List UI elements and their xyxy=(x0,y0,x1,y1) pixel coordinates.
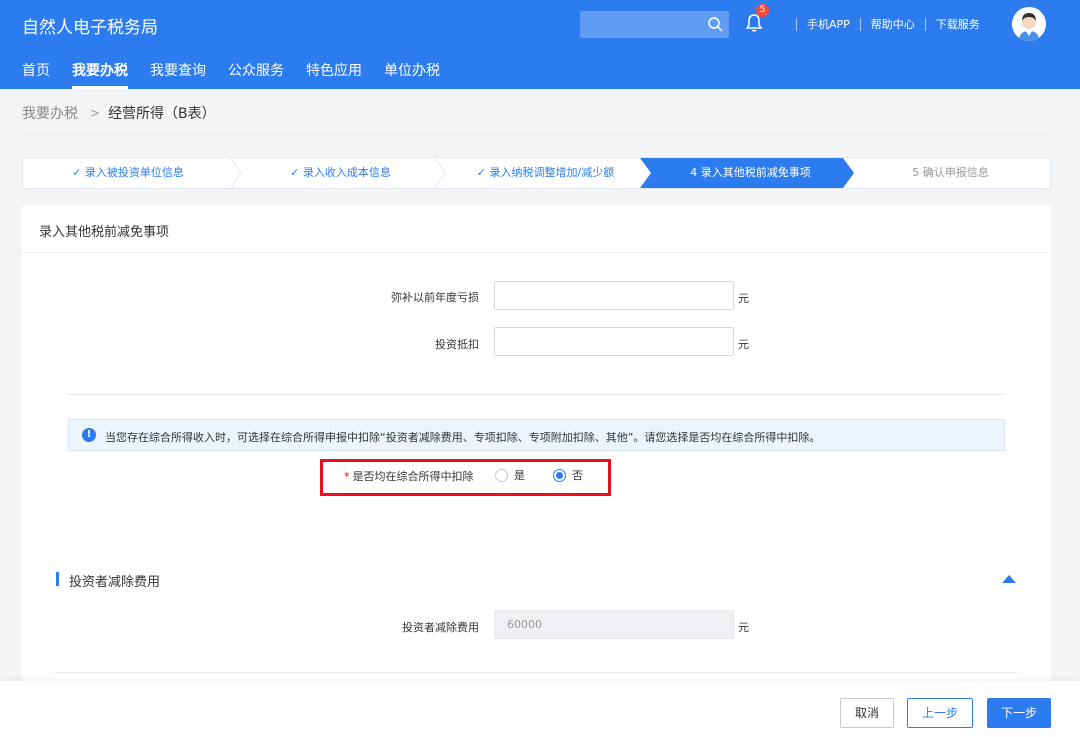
divider xyxy=(55,672,1017,673)
investor-deduction-input: 60000 xyxy=(494,610,734,639)
divider xyxy=(859,17,861,31)
footer-bar: 取消 上一步 下一步 xyxy=(0,681,1080,737)
divider xyxy=(924,17,926,31)
user-avatar-icon xyxy=(1012,7,1046,41)
nav-item-home[interactable]: 首页 xyxy=(22,60,50,89)
required-mark: * xyxy=(344,470,350,483)
help-center-link[interactable]: 帮助中心 xyxy=(871,16,915,32)
notification-badge: 5 xyxy=(756,4,769,17)
breadcrumb: 我要办税 > 经营所得（B表） xyxy=(22,103,216,123)
breadcrumb-separator: > xyxy=(90,106,101,120)
question-text: 是否均在综合所得中扣除 xyxy=(352,470,474,483)
cancel-button[interactable]: 取消 xyxy=(840,698,894,728)
header-links: 手机APP 帮助中心 下载服务 xyxy=(786,16,980,32)
previous-step-button[interactable]: 上一步 xyxy=(907,698,973,728)
divider xyxy=(796,17,797,31)
radio-yes-label[interactable]: 是 xyxy=(514,467,525,483)
divider xyxy=(68,394,1005,395)
panel-title: 录入其他税前减免事项 xyxy=(39,225,170,240)
info-notice: ! 当您存在综合所得收入时，可选择在综合所得申报中扣除“投资者减除费用、专项扣除… xyxy=(68,419,1005,451)
info-icon: ! xyxy=(82,428,96,442)
investor-deduction-unit: 元 xyxy=(738,621,749,634)
next-step-button[interactable]: 下一步 xyxy=(987,698,1051,728)
nav-item-public-service[interactable]: 公众服务 xyxy=(228,60,284,89)
radio-no-label[interactable]: 否 xyxy=(572,467,583,483)
form-panel: 录入其他税前减免事项 弥补以前年度亏损 元 投资抵扣 元 ! 当您存在综合所得收… xyxy=(22,206,1051,686)
nav-item-unit-tax[interactable]: 单位办税 xyxy=(384,60,440,89)
breadcrumb-current: 经营所得（B表） xyxy=(108,106,216,122)
nav-item-tax-handling[interactable]: 我要办税 xyxy=(72,60,128,89)
investment-deduction-unit: 元 xyxy=(738,338,749,351)
radio-no[interactable] xyxy=(553,469,566,482)
step-progress: ✓ 录入被投资单位信息 ✓ 录入收入成本信息 ✓ 录入纳税调整增加/减少额 4 … xyxy=(22,157,1051,189)
investment-deduction-input[interactable] xyxy=(494,327,734,356)
search-icon[interactable] xyxy=(707,16,723,32)
investment-deduction-label: 投资抵扣 xyxy=(435,338,479,351)
step-2: ✓ 录入收入成本信息 xyxy=(290,166,391,179)
collapse-up-icon[interactable] xyxy=(1002,575,1016,583)
breadcrumb-root[interactable]: 我要办税 xyxy=(22,103,78,123)
notice-text: 当您存在综合所得收入时，可选择在综合所得申报中扣除“投资者减除费用、专项扣除、专… xyxy=(105,431,821,444)
loss-carryforward-input[interactable] xyxy=(494,281,734,310)
step-3: ✓ 录入纳税调整增加/减少额 xyxy=(476,166,615,179)
investor-deduction-label: 投资者减除费用 xyxy=(402,621,479,634)
divider xyxy=(22,134,1051,135)
step-5: 5 确认申报信息 xyxy=(912,166,989,179)
mobile-app-link[interactable]: 手机APP xyxy=(807,16,850,32)
deduct-question-label: * 是否均在综合所得中扣除 xyxy=(344,468,474,484)
section-accent-bar xyxy=(56,572,59,586)
search-input[interactable] xyxy=(580,11,729,38)
nav-item-query[interactable]: 我要查询 xyxy=(150,60,206,89)
section-title: 投资者减除费用 xyxy=(69,575,161,590)
top-bar: 自然人电子税务局 5 手机APP 帮助中心 下载服务 首页 我要办税 我要查询 … xyxy=(0,0,1080,89)
loss-carryforward-label: 弥补以前年度亏损 xyxy=(391,291,479,304)
step-1: ✓ 录入被投资单位信息 xyxy=(72,166,184,179)
radio-yes[interactable] xyxy=(495,469,508,482)
main-nav: 首页 我要办税 我要查询 公众服务 特色应用 单位办税 xyxy=(0,60,440,89)
nav-item-featured-apps[interactable]: 特色应用 xyxy=(306,60,362,89)
loss-carryforward-unit: 元 xyxy=(738,292,749,305)
divider xyxy=(22,252,1051,253)
avatar[interactable] xyxy=(1012,7,1046,41)
app-title: 自然人电子税务局 xyxy=(22,18,158,38)
download-service-link[interactable]: 下载服务 xyxy=(936,16,980,32)
step-4: 4 录入其他税前减免事项 xyxy=(690,166,811,179)
